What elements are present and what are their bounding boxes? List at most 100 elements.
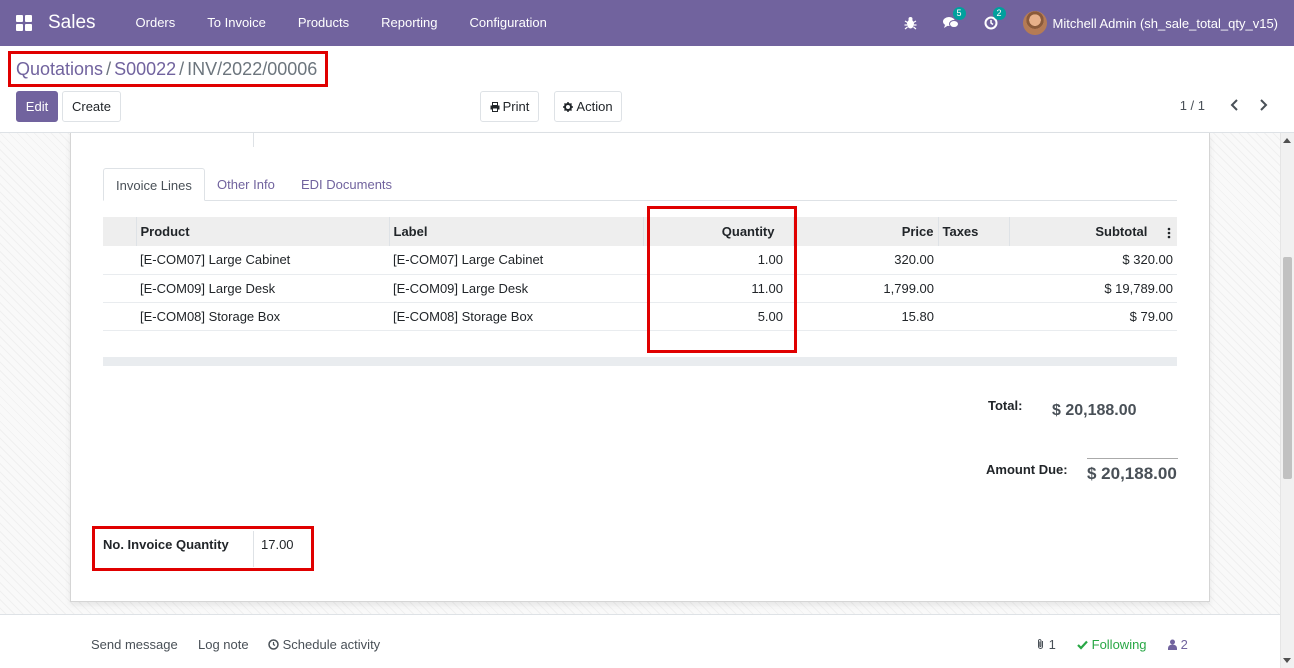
invoice-quantity-value: 17.00 <box>261 537 294 552</box>
chatter: Send message Log note Schedule activity … <box>0 614 1280 668</box>
column-header-label[interactable]: Label <box>388 217 643 246</box>
cell-price: 15.80 <box>793 302 938 331</box>
cell-price: 1,799.00 <box>793 274 938 303</box>
form-content-area: Invoice Lines Other Info EDI Documents P… <box>0 133 1294 668</box>
followers-count: 2 <box>1180 637 1188 652</box>
cell-label: [E-COM09] Large Desk <box>389 274 643 303</box>
activities-badge: 2 <box>992 7 1006 20</box>
messages-comments-icon[interactable]: 5 <box>942 7 966 31</box>
app-brand[interactable]: Sales <box>48 12 96 34</box>
column-header-taxes[interactable]: Taxes <box>937 217 1009 246</box>
send-message-button[interactable]: Send message <box>91 637 178 652</box>
print-button[interactable]: Print <box>480 91 539 122</box>
cell-quantity: 5.00 <box>643 302 793 331</box>
total-label: Total: <box>988 398 1023 413</box>
notebook-tabs: Invoice Lines Other Info EDI Documents <box>103 168 1177 201</box>
table-footer-bar <box>103 357 1177 366</box>
cell-price: 320.00 <box>793 246 938 275</box>
cell-product: [E-COM09] Large Desk <box>136 274 389 303</box>
cell-subtotal: $ 79.00 <box>1009 302 1177 331</box>
tab-edi-documents[interactable]: EDI Documents <box>289 168 404 201</box>
menu-to-invoice[interactable]: To Invoice <box>191 0 282 46</box>
invoice-lines-table: Product Label Quantity Price Taxes Subto… <box>103 217 1177 331</box>
amount-due-value: $ 20,188.00 <box>1087 464 1177 483</box>
cell-label: [E-COM07] Large Cabinet <box>389 246 643 275</box>
create-button[interactable]: Create <box>62 91 121 122</box>
scrollbar-thumb[interactable] <box>1283 257 1292 479</box>
tab-invoice-lines[interactable]: Invoice Lines <box>103 168 205 201</box>
row-handle <box>103 302 136 331</box>
vertical-scrollbar[interactable] <box>1280 133 1294 668</box>
followers-button[interactable]: 2 <box>1168 637 1188 652</box>
schedule-activity-label: Schedule activity <box>282 637 381 652</box>
subtotal-header-label: Subtotal <box>1095 224 1148 239</box>
breadcrumb: Quotations / S00022/INV/2022/00006 <box>16 59 317 80</box>
apps-menu-icon[interactable] <box>16 15 32 31</box>
breadcrumb-item-quotations[interactable]: Quotations <box>16 59 103 79</box>
cell-subtotal: $ 19,789.00 <box>1009 274 1177 303</box>
column-header-product[interactable]: Product <box>135 217 389 246</box>
optional-columns-kebab-icon[interactable] <box>1165 227 1173 239</box>
cell-taxes <box>938 246 1009 275</box>
cell-quantity: 1.00 <box>643 246 793 275</box>
schedule-activity-button[interactable]: Schedule activity <box>268 637 380 652</box>
cell-taxes <box>938 274 1009 303</box>
pager-next-icon[interactable] <box>1258 98 1268 114</box>
pager-value[interactable]: 1 / 1 <box>1180 98 1205 113</box>
cell-taxes <box>938 302 1009 331</box>
amount-due-label: Amount Due: <box>986 462 1068 477</box>
field-divider <box>253 133 254 147</box>
user-menu-name[interactable]: Mitchell Admin (sh_sale_total_qty_v15) <box>1053 16 1278 31</box>
row-handle <box>103 274 136 303</box>
menu-orders[interactable]: Orders <box>120 0 192 46</box>
print-icon <box>490 101 500 112</box>
edit-button[interactable]: Edit <box>16 91 58 122</box>
menu-reporting[interactable]: Reporting <box>365 0 453 46</box>
cell-product: [E-COM07] Large Cabinet <box>136 246 389 275</box>
top-navbar: Sales Orders To Invoice Products Reporti… <box>0 0 1294 46</box>
cell-product: [E-COM08] Storage Box <box>136 302 389 331</box>
scroll-up-arrow-icon[interactable] <box>1283 138 1291 143</box>
user-avatar[interactable] <box>1022 11 1047 35</box>
breadcrumb-separator: / <box>179 59 185 79</box>
following-button[interactable]: Following <box>1077 637 1147 652</box>
invoice-quantity-divider <box>253 531 254 567</box>
table-header-row: Product Label Quantity Price Taxes Subto… <box>103 217 1177 246</box>
attachments-button[interactable]: 1 <box>1036 637 1056 652</box>
paperclip-icon <box>1038 639 1043 649</box>
following-label: Following <box>1091 637 1147 652</box>
menu-products[interactable]: Products <box>282 0 365 46</box>
totals-divider <box>1087 458 1178 459</box>
column-header-subtotal[interactable]: Subtotal <box>1008 217 1177 246</box>
print-button-label: Print <box>502 99 530 114</box>
gear-icon <box>563 101 574 112</box>
breadcrumb-separator: / <box>106 59 112 79</box>
check-icon <box>1077 640 1088 650</box>
log-note-button[interactable]: Log note <box>198 637 249 652</box>
messages-badge: 5 <box>952 7 966 20</box>
cell-subtotal: $ 320.00 <box>1009 246 1177 275</box>
column-header-price[interactable]: Price <box>792 217 938 246</box>
user-icon <box>1168 639 1177 650</box>
total-value: $ 20,188.00 <box>1052 402 1137 419</box>
breadcrumb-current: INV/2022/00006 <box>187 59 318 79</box>
debug-bug-icon[interactable] <box>903 15 919 31</box>
action-button[interactable]: Action <box>554 91 622 122</box>
breadcrumb-item-order[interactable]: S00022 <box>114 59 176 79</box>
attachments-count: 1 <box>1048 637 1056 652</box>
control-panel: Quotations / S00022/INV/2022/00006 Edit Cr… <box>0 46 1294 133</box>
activities-clock-icon[interactable]: 2 <box>983 7 1006 31</box>
table-row[interactable]: [E-COM07] Large Cabinet [E-COM07] Large … <box>103 246 1177 275</box>
menu-configuration[interactable]: Configuration <box>454 0 563 46</box>
handle-column-header <box>103 217 136 246</box>
cell-label: [E-COM08] Storage Box <box>389 302 643 331</box>
form-sheet: Invoice Lines Other Info EDI Documents P… <box>70 133 1210 602</box>
table-row[interactable]: [E-COM08] Storage Box [E-COM08] Storage … <box>103 302 1177 331</box>
clock-icon <box>268 639 279 650</box>
scroll-down-arrow-icon[interactable] <box>1283 658 1291 663</box>
row-handle <box>103 246 136 275</box>
table-row[interactable]: [E-COM09] Large Desk [E-COM09] Large Des… <box>103 274 1177 303</box>
tab-other-info[interactable]: Other Info <box>205 168 287 201</box>
pager-previous-icon[interactable] <box>1230 98 1240 114</box>
column-header-quantity[interactable]: Quantity <box>642 217 793 246</box>
